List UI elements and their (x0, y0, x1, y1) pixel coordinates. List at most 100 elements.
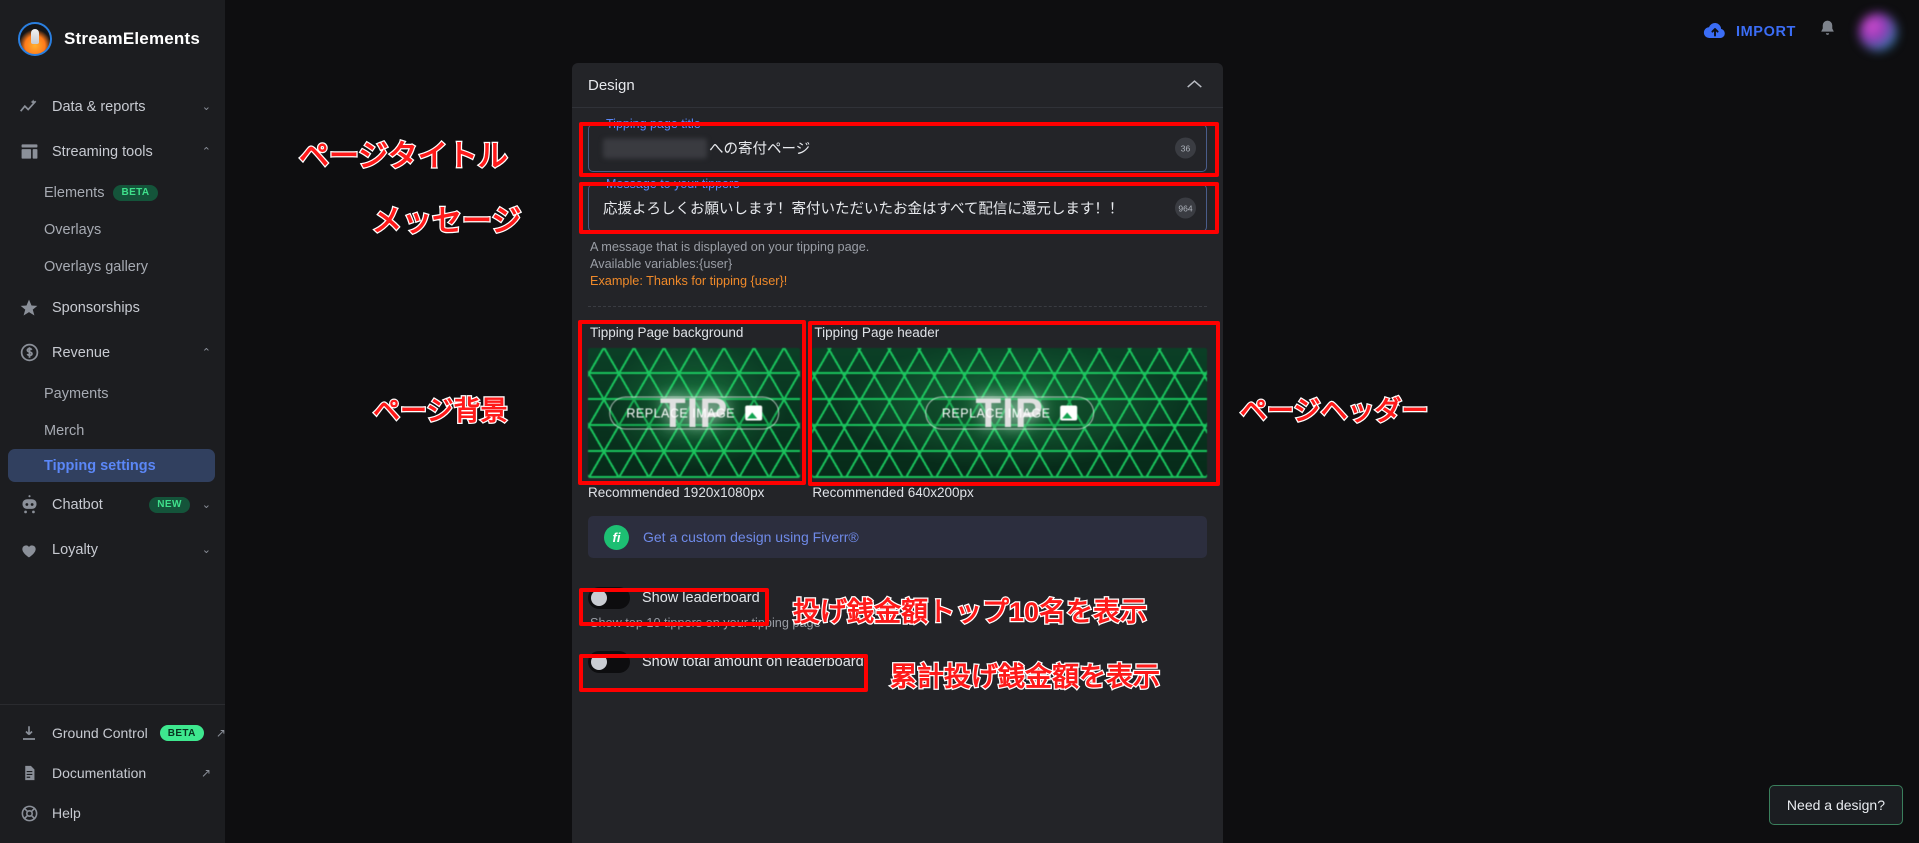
tipping-page-title-value: への寄付ページ (709, 141, 811, 158)
robot-icon (18, 494, 40, 516)
helper-example: Example: Thanks for tipping {user}! (590, 274, 788, 288)
show-leaderboard-row[interactable]: Show leaderboard (588, 580, 1207, 616)
tipping-page-header-card: Tipping Page header TIP REPLACE IMAGE Re… (812, 319, 1207, 500)
title-char-counter: 36 (1175, 137, 1196, 159)
sidebar-item-label: Overlays gallery (44, 258, 148, 275)
chevron-up-icon[interactable] (1186, 77, 1203, 94)
header-preview[interactable]: TIP REPLACE IMAGE (812, 348, 1207, 478)
cloud-upload-icon (1703, 20, 1727, 43)
sidebar-item-label: Data & reports (52, 98, 146, 115)
tipping-page-title-field[interactable]: Tipping page title への寄付ページ 36 (588, 117, 1207, 172)
sidebar-item-overlays-gallery[interactable]: Overlays gallery (0, 248, 225, 285)
sidebar-item-label: Ground Control (52, 725, 148, 741)
fiverr-banner[interactable]: fi Get a custom design using Fiverr® (588, 516, 1207, 558)
star-icon (18, 297, 40, 319)
show-total-amount-toggle[interactable] (588, 651, 630, 673)
fiverr-label: Get a custom design using Fiverr® (643, 529, 859, 545)
message-helper-text: A message that is displayed on your tipp… (588, 232, 1207, 290)
replace-background-button[interactable]: REPLACE IMAGE (609, 396, 780, 430)
sidebar-item-revenue[interactable]: Revenue ⌃ (0, 330, 225, 375)
sidebar-item-chatbot[interactable]: Chatbot NEW ⌄ (0, 482, 225, 527)
show-leaderboard-label: Show leaderboard (642, 590, 760, 606)
replace-header-button[interactable]: REPLACE IMAGE (924, 396, 1095, 430)
redacted-username (603, 138, 707, 158)
image-upload-grid: Tipping Page background TIP REPLACE IMAG… (588, 319, 1207, 500)
show-total-amount-label: Show total amount on leaderboard (642, 654, 864, 670)
sidebar-item-label: Revenue (52, 344, 111, 361)
header-recommended-size: Recommended 640x200px (812, 485, 974, 500)
brand-logo[interactable]: StreamElements (0, 0, 225, 78)
helper-line-1: A message that is displayed on your tipp… (590, 240, 870, 254)
download-icon (18, 722, 40, 744)
sidebar-item-label: Merch (44, 422, 85, 439)
sidebar-item-loyalty[interactable]: Loyalty ⌄ (0, 527, 225, 572)
sidebar-item-label: Payments (44, 385, 109, 402)
analytics-icon (18, 96, 40, 118)
sidebar-item-label: Help (52, 805, 81, 821)
tipper-message-input[interactable]: 応援よろしくお願いします！寄付いただいたお金はすべて配信に還元します！！ (603, 198, 1123, 219)
sidebar-item-streaming-tools[interactable]: Streaming tools ⌃ (0, 129, 225, 174)
show-leaderboard-toggle[interactable] (588, 587, 630, 609)
need-a-design-button[interactable]: Need a design? (1768, 785, 1903, 825)
import-button[interactable]: IMPORT (1703, 20, 1796, 43)
sidebar-item-label: Chatbot (52, 496, 103, 513)
import-label: IMPORT (1736, 23, 1796, 40)
avatar[interactable] (1859, 12, 1897, 51)
image-icon (1060, 405, 1078, 421)
sidebar-item-tipping-settings[interactable]: Tipping settings (8, 449, 215, 482)
tipper-message-label: Message to your tippers (601, 177, 745, 191)
sidebar-item-label: Tipping settings (44, 457, 156, 474)
dollar-coin-icon (18, 342, 40, 364)
sidebar-item-help[interactable]: Help (0, 793, 225, 833)
design-panel-header[interactable]: Design (572, 63, 1223, 108)
sidebar-item-overlays[interactable]: Overlays (0, 211, 225, 248)
rocket-icon (18, 22, 52, 56)
external-link-icon: ↗ (200, 766, 211, 780)
sidebar-item-elements[interactable]: Elements BETA (0, 174, 225, 211)
sidebar-item-ground-control[interactable]: Ground Control BETA ↗ (0, 713, 226, 753)
brand-name: StreamElements (64, 29, 201, 48)
image-icon (745, 405, 763, 421)
tipping-page-background-card: Tipping Page background TIP REPLACE IMAG… (588, 319, 801, 500)
tipping-page-title-input[interactable]: への寄付ページ (603, 138, 810, 159)
section-divider (588, 306, 1207, 307)
main-content: IMPORT Design Tipping page title への寄付ページ… (225, 0, 1919, 843)
help-circle-icon (18, 802, 40, 824)
app-root: StreamElements Data & reports ⌄ Streamin… (0, 0, 1919, 843)
chevron-down-icon: ⌄ (201, 544, 211, 556)
sidebar-item-merch[interactable]: Merch (0, 412, 225, 449)
sidebar-item-label: Elements (44, 184, 105, 201)
sidebar-item-label: Loyalty (52, 541, 98, 558)
sidebar-item-documentation[interactable]: Documentation ↗ (0, 753, 225, 793)
chevron-down-icon: ⌄ (201, 499, 211, 511)
sidebar-item-label: Overlays (44, 221, 102, 238)
helper-line-2: Available variables:{user} (590, 257, 733, 271)
document-icon (18, 762, 40, 784)
sidebar-item-label: Streaming tools (52, 143, 153, 160)
sidebar-item-label: Documentation (52, 765, 147, 781)
show-total-amount-row[interactable]: Show total amount on leaderboard (588, 644, 1207, 680)
beta-badge: BETA (159, 725, 204, 741)
beta-badge: BETA (113, 184, 158, 201)
new-badge: NEW (149, 496, 190, 513)
background-preview[interactable]: TIP REPLACE IMAGE (588, 348, 801, 478)
leaderboard-settings: Show leaderboard Show top 10 tippers on … (588, 580, 1207, 680)
background-recommended-size: Recommended 1920x1080px (588, 485, 765, 500)
tipper-message-field[interactable]: Message to your tippers 応援よろしくお願いします！寄付い… (588, 177, 1207, 232)
notification-bell-icon[interactable] (1818, 18, 1837, 45)
message-char-counter: 964 (1175, 197, 1196, 219)
design-panel: Design Tipping page title への寄付ページ 36 Mes… (572, 63, 1223, 843)
sidebar-item-label: Sponsorships (52, 299, 140, 316)
page-title: Design (588, 76, 635, 94)
chevron-up-icon: ⌃ (201, 146, 211, 158)
sidebar-nav: Data & reports ⌄ Streaming tools ⌃ Eleme… (0, 78, 225, 704)
sidebar-footer: Ground Control BETA ↗ Documentation ↗ He… (0, 704, 226, 843)
card-caption: Tipping Page header (814, 325, 940, 340)
heart-icon (18, 539, 40, 561)
sidebar-item-sponsorships[interactable]: Sponsorships (0, 285, 225, 330)
topbar: IMPORT (225, 0, 1919, 63)
sidebar-item-payments[interactable]: Payments (0, 375, 225, 412)
card-caption: Tipping Page background (590, 325, 744, 340)
sidebar-item-data-reports[interactable]: Data & reports ⌄ (0, 84, 225, 129)
streaming-tools-icon (18, 141, 40, 163)
